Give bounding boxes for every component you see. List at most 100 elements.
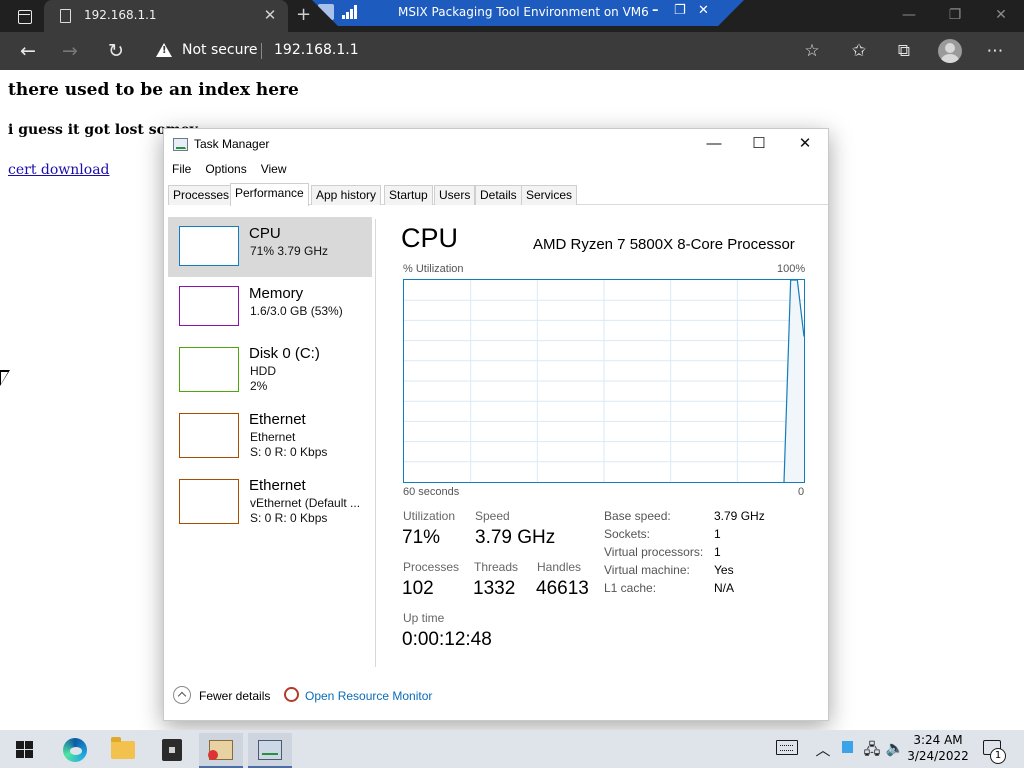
resource-ethernet-1[interactable]: Ethernet Ethernet S: 0 R: 0 Kbps xyxy=(168,403,372,463)
tab-title: 192.168.1.1 xyxy=(84,8,157,22)
handles-value: 46613 xyxy=(536,578,589,599)
virtual-machine-label: Virtual machine: xyxy=(604,563,690,577)
tab-performance[interactable]: Performance xyxy=(230,183,309,206)
taskbar-task-manager[interactable] xyxy=(248,733,292,768)
l1-cache-value: N/A xyxy=(714,581,735,595)
refresh-button[interactable]: ↻ xyxy=(104,40,128,62)
resource-detail: S: 0 R: 0 Kbps xyxy=(250,445,328,459)
menu-bar: File Options View xyxy=(172,162,301,176)
menu-file[interactable]: File xyxy=(172,162,191,176)
keyboard-icon[interactable] xyxy=(776,740,798,755)
processes-value: 102 xyxy=(402,578,434,599)
tray-app-icon[interactable] xyxy=(842,741,853,753)
network-icon[interactable]: 🖧 xyxy=(861,739,883,764)
minimize-icon[interactable]: — xyxy=(699,133,729,155)
utilization-axis-label: % Utilization xyxy=(403,263,464,275)
tab-processes[interactable]: Processes xyxy=(168,185,235,205)
chevron-up-icon[interactable] xyxy=(173,686,191,704)
virtual-processors-label: Virtual processors: xyxy=(604,545,704,559)
open-resource-monitor-link[interactable]: Open Resource Monitor xyxy=(305,689,432,703)
resource-detail: HDD xyxy=(250,364,276,378)
virtual-processors-value: 1 xyxy=(714,545,721,559)
resource-disk[interactable]: Disk 0 (C:) HDD 2% xyxy=(168,337,372,397)
utilization-value: 71% xyxy=(402,527,441,548)
browser-tab[interactable]: 192.168.1.1 ✕ xyxy=(44,0,288,32)
start-button[interactable] xyxy=(16,741,33,758)
pane-divider[interactable] xyxy=(375,219,376,667)
rdp-minimize-button[interactable]: – xyxy=(652,3,659,18)
uptime-value: 0:00:12:48 xyxy=(402,629,492,650)
taskbar-edge[interactable] xyxy=(52,733,96,768)
resource-memory[interactable]: Memory 1.6/3.0 GB (53%) xyxy=(168,277,372,337)
window-title: Task Manager xyxy=(194,137,270,151)
base-speed-label: Base speed: xyxy=(604,509,671,523)
menu-options[interactable]: Options xyxy=(205,162,246,176)
maximize-icon[interactable]: ☐ xyxy=(744,133,774,155)
more-options-icon[interactable]: ⋯ xyxy=(984,40,1006,62)
tab-startup[interactable]: Startup xyxy=(384,185,433,205)
cert-download-link[interactable]: cert download xyxy=(8,162,110,178)
page-heading: there used to be an index here xyxy=(8,80,299,100)
time-axis-label: 60 seconds xyxy=(403,486,460,498)
cpu-graph-svg xyxy=(404,279,805,483)
browser-restore-icon[interactable]: ❐ xyxy=(932,0,978,32)
resource-ethernet-2[interactable]: Ethernet vEthernet (Default ... S: 0 R: … xyxy=(168,469,372,529)
resource-name: Memory xyxy=(249,285,304,302)
favorites-icon[interactable]: ✩ xyxy=(848,40,870,62)
back-button[interactable]: ← xyxy=(16,40,40,62)
virtual-machine-value: Yes xyxy=(714,563,734,577)
rdp-connection-bar: MSIX Packaging Tool Environment on VM6 –… xyxy=(312,0,744,26)
rdp-title: MSIX Packaging Tool Environment on VM6 xyxy=(398,5,649,19)
resource-detail: S: 0 R: 0 Kbps xyxy=(250,511,328,525)
clock-date: 3/24/2022 xyxy=(907,749,969,763)
chevron-up-icon[interactable]: ︿ xyxy=(812,739,834,760)
processes-label: Processes xyxy=(403,560,460,574)
threads-value: 1332 xyxy=(473,578,516,599)
connection-signal-icon[interactable] xyxy=(342,5,358,19)
tab-close-icon[interactable]: ✕ xyxy=(262,6,278,24)
taskbar-msix-tool[interactable] xyxy=(199,733,243,768)
sockets-label: Sockets: xyxy=(604,527,651,541)
utilization-max-label: 100% xyxy=(777,263,806,275)
tab-app-history[interactable]: App history xyxy=(311,185,382,205)
address-bar[interactable]: Not secure 192.168.1.1 xyxy=(146,37,836,65)
add-favorite-icon[interactable]: ☆ xyxy=(801,40,823,62)
speed-label: Speed xyxy=(475,509,510,523)
rdp-restore-button[interactable]: ❐ xyxy=(674,3,686,18)
tab-details[interactable]: Details xyxy=(475,185,522,205)
system-clock[interactable]: 3:24 AM 3/24/2022 xyxy=(902,732,974,764)
fewer-details-button[interactable]: Fewer details xyxy=(199,689,270,703)
new-tab-icon[interactable]: + xyxy=(296,4,311,25)
tab-actions-icon[interactable] xyxy=(10,6,38,26)
task-manager-window: Task Manager — ☐ ✕ File Options View Pro… xyxy=(163,128,829,721)
url-text[interactable]: 192.168.1.1 xyxy=(274,42,359,58)
speed-value: 3.79 GHz xyxy=(475,527,556,548)
tab-users[interactable]: Users xyxy=(434,185,476,205)
rdp-close-button[interactable]: ✕ xyxy=(698,3,709,18)
task-manager-titlebar[interactable]: Task Manager — ☐ ✕ xyxy=(164,129,828,159)
menu-view[interactable]: View xyxy=(261,162,287,176)
browser-minimize-icon[interactable]: — xyxy=(886,0,932,32)
resource-detail: 71% 3.79 GHz xyxy=(250,244,329,258)
folder-icon xyxy=(111,737,135,759)
page-icon xyxy=(60,9,71,23)
resource-detail: 1.6/3.0 GB (53%) xyxy=(250,304,343,318)
resource-cpu[interactable]: CPU 71% 3.79 GHz xyxy=(168,217,372,277)
taskbar-terminal[interactable] xyxy=(150,733,194,768)
cpu-heading: CPU xyxy=(401,223,459,253)
collections-icon[interactable]: ⧉ xyxy=(893,40,915,62)
forward-button[interactable]: → xyxy=(58,40,82,62)
tab-services[interactable]: Services xyxy=(521,185,578,205)
resource-name: Disk 0 (C:) xyxy=(249,345,320,362)
resource-name: Ethernet xyxy=(249,477,306,494)
memory-mini-graph xyxy=(179,286,239,326)
taskbar-file-explorer[interactable] xyxy=(101,733,145,768)
taskbar: ︿ 🖧 🔈 3:24 AM 3/24/2022 1 xyxy=(0,730,1024,768)
resource-monitor-icon[interactable] xyxy=(284,687,299,702)
browser-close-icon[interactable]: ✕ xyxy=(978,0,1024,32)
profile-avatar[interactable] xyxy=(938,39,962,63)
close-icon[interactable]: ✕ xyxy=(790,133,820,155)
resource-name: CPU xyxy=(249,225,281,242)
security-indicator[interactable]: Not secure xyxy=(182,42,258,58)
warning-icon[interactable] xyxy=(156,43,172,57)
